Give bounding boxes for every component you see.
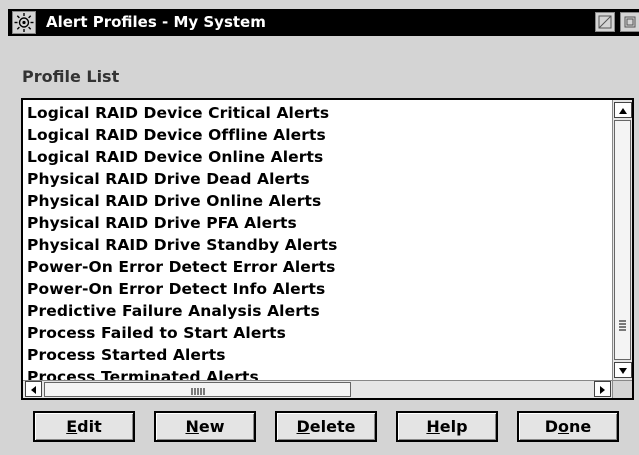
- list-item[interactable]: Logical RAID Device Critical Alerts: [27, 102, 610, 124]
- list-item[interactable]: Physical RAID Drive Dead Alerts: [27, 168, 610, 190]
- title-bar[interactable]: Alert Profiles - My System: [8, 9, 639, 36]
- new-button[interactable]: New: [154, 411, 256, 442]
- scroll-down-arrow-icon[interactable]: [614, 362, 632, 378]
- list-item[interactable]: Process Failed to Start Alerts: [27, 322, 610, 344]
- list-item[interactable]: Process Started Alerts: [27, 344, 610, 366]
- profile-list-items: Logical RAID Device Critical Alerts Logi…: [27, 102, 610, 388]
- list-item[interactable]: Physical RAID Drive Standby Alerts: [27, 234, 610, 256]
- list-item[interactable]: Predictive Failure Analysis Alerts: [27, 300, 610, 322]
- list-item[interactable]: Power-On Error Detect Info Alerts: [27, 278, 610, 300]
- edit-button[interactable]: Edit: [33, 411, 135, 442]
- list-item[interactable]: Physical RAID Drive Online Alerts: [27, 190, 610, 212]
- list-item[interactable]: Power-On Error Detect Error Alerts: [27, 256, 610, 278]
- delete-button[interactable]: Delete: [275, 411, 377, 442]
- maximize-icon[interactable]: [620, 12, 639, 32]
- help-button[interactable]: Help: [396, 411, 498, 442]
- horizontal-scrollbar[interactable]: [23, 380, 614, 398]
- minimize-icon[interactable]: [595, 12, 615, 32]
- scroll-up-arrow-icon[interactable]: [614, 102, 632, 118]
- window-title: Alert Profiles - My System: [46, 13, 266, 31]
- list-item[interactable]: Logical RAID Device Offline Alerts: [27, 124, 610, 146]
- done-button[interactable]: Done: [517, 411, 619, 442]
- vertical-scrollbar[interactable]: [612, 100, 632, 380]
- list-item[interactable]: Physical RAID Drive PFA Alerts: [27, 212, 610, 234]
- scroll-left-arrow-icon[interactable]: [25, 381, 42, 397]
- horizontal-scroll-thumb[interactable]: [44, 382, 351, 397]
- profile-list-label: Profile List: [22, 67, 120, 86]
- alert-profiles-window: Alert Profiles - My System Profile List …: [0, 0, 639, 455]
- profile-listbox[interactable]: Logical RAID Device Critical Alerts Logi…: [21, 98, 634, 400]
- vertical-scroll-thumb[interactable]: [614, 120, 631, 360]
- gear-icon[interactable]: [12, 11, 36, 34]
- scroll-right-arrow-icon[interactable]: [594, 381, 611, 397]
- list-item[interactable]: Logical RAID Device Online Alerts: [27, 146, 610, 168]
- scrollbar-corner: [612, 380, 632, 398]
